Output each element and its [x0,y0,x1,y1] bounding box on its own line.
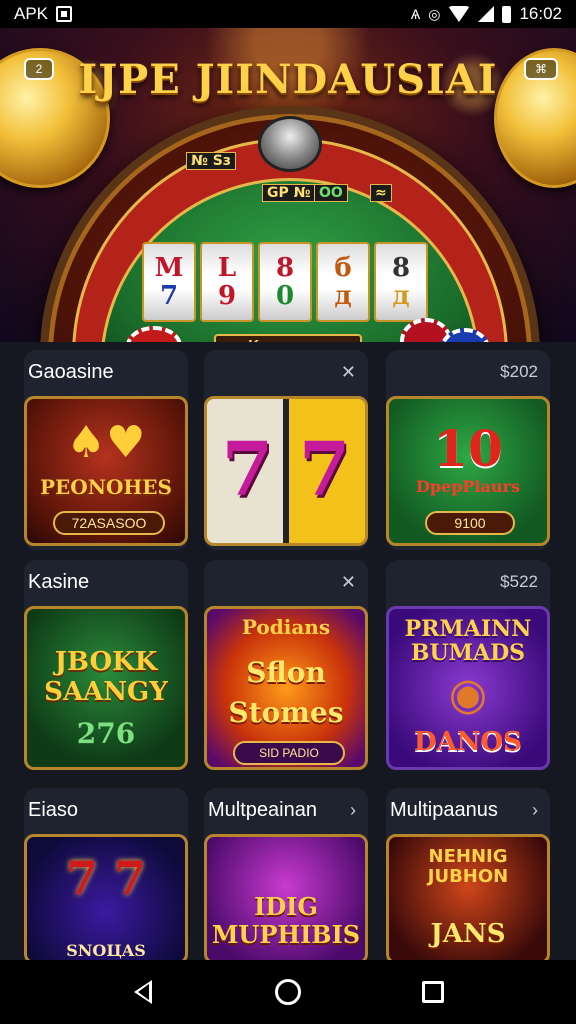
dog-mascot-icon: ◉ [448,669,488,720]
home-button[interactable] [258,968,318,1016]
game-card[interactable]: ✕ 7 7 [204,350,368,550]
status-time: 16:02 [519,4,562,23]
home-icon [274,979,301,1005]
game-thumbnail[interactable]: NEHNIG JUBHON JANS [386,834,550,960]
slot-reel: 8 д [374,242,428,322]
navigation-bar [0,960,576,1024]
game-subtitle: SNOЦAS [66,941,146,960]
game-card[interactable]: Multipaanus › NEHNIG JUBHON JANS [386,788,550,960]
section-title: Eiaso [28,798,79,821]
game-thumbnail[interactable]: 10 DpepPiaurs 9100 [386,396,550,546]
game-label-pill: SID PADIO [233,741,345,765]
chevron-right-icon[interactable]: › [532,800,538,821]
game-name: 7 7 [221,427,351,513]
game-name: Sflon Stomes [228,656,344,729]
recents-icon [422,981,445,1003]
game-name: NEHNIG JUBHON [427,846,509,887]
slot-reel: L 9 [200,242,254,322]
game-name: 7 7 [65,851,147,905]
table-sign: ≈ [370,184,392,202]
game-label-pill: 9100 [425,511,515,535]
slot-reel: M 7 [142,242,196,322]
table-sign: GP № [262,184,316,202]
game-thumbnail[interactable]: IDIG MUPHIBIS [204,834,368,960]
hero-plaque[interactable]: Kasna .coa [214,334,362,342]
game-thumbnail[interactable]: 7 7 [204,396,368,546]
recents-button[interactable] [403,968,463,1016]
game-name: 10 [433,419,503,478]
battery-icon [502,5,512,23]
game-card[interactable]: ✕ Podians Sflon Stomes SID PADIO [204,560,368,770]
hero-title: IJPE JIINDAUSIAI [78,56,498,103]
game-name: IDIG MUPHIBIS [211,892,361,949]
game-card[interactable]: Multpeainan › IDIG MUPHIBIS [204,788,368,960]
game-thumbnail[interactable]: ♠♥ PEONOHES 72ASASOO [24,396,188,546]
section-title: Kasine [28,570,90,593]
game-grid: Gaoasine ♠♥ PEONOHES 72ASASOO ✕ 7 7 $202… [0,342,576,960]
game-thumbnail[interactable]: Podians Sflon Stomes SID PADIO [204,606,368,770]
close-icon[interactable]: ✕ [341,572,356,593]
game-name: JBOKK SAANGY [44,647,168,707]
section-title: Multpeainan [208,798,317,821]
status-left-label: APK [14,4,49,23]
table-sign: OO [314,184,348,202]
game-thumbnail[interactable]: JBOKK SAANGY 276 [24,606,188,770]
game-name: PRMAINN BUMADS [404,616,532,666]
game-subtitle: Podians [241,615,331,639]
card-faces-icon: ♠♥ [66,417,146,468]
back-button[interactable] [113,968,173,1016]
slot-reel: б д [316,242,370,322]
signal-icon [478,6,495,22]
price-label: $202 [500,362,538,381]
do-not-disturb-icon: ◎ [428,6,441,22]
hero-banner[interactable]: 2 ⌘ IJPE JIINDAUSIAI № Ѕз GP № OO ≈ M 7 … [0,28,576,342]
section-title: Multipaanus [390,798,498,821]
game-card[interactable]: $522 PRMAINN BUMADS ◉ DANOS [386,560,550,770]
alarm-icon: Ѧ [410,6,421,22]
game-name: PEONOHES [40,475,172,499]
table-sign: № Ѕз [186,152,236,170]
game-thumbnail[interactable]: PRMAINN BUMADS ◉ DANOS [386,606,550,770]
price-label: $522 [500,572,538,591]
chevron-right-icon[interactable]: › [350,800,356,821]
status-bar: APK Ѧ ◎ 16:02 [0,0,576,28]
wifi-icon [448,6,471,22]
slot-reel: 8 0 [258,242,312,322]
slot-reels: M 7 L 9 8 0 б д 8 д [142,242,428,322]
game-card[interactable]: Gaoasine ♠♥ PEONOHES 72ASASOO [24,350,188,550]
game-subtitle: JANS [430,919,506,949]
section-title: Gaoasine [28,360,114,383]
back-icon [133,980,152,1004]
slot-knob [258,116,322,172]
game-card[interactable]: Eiaso 7 7 SNOЦAS [24,788,188,960]
game-thumbnail[interactable]: 7 7 SNOЦAS [24,834,188,960]
game-card[interactable]: Kasine JBOKK SAANGY 276 [24,560,188,770]
game-label-pill: 72ASASOO [53,511,165,535]
game-subtitle: DANOS [414,727,522,757]
game-card[interactable]: $202 10 DpepPiaurs 9100 [386,350,550,550]
screenshot-icon [56,6,73,22]
game-subtitle: DpepPiaurs [416,477,520,496]
game-subtitle: 276 [76,717,136,750]
close-icon[interactable]: ✕ [341,362,356,383]
